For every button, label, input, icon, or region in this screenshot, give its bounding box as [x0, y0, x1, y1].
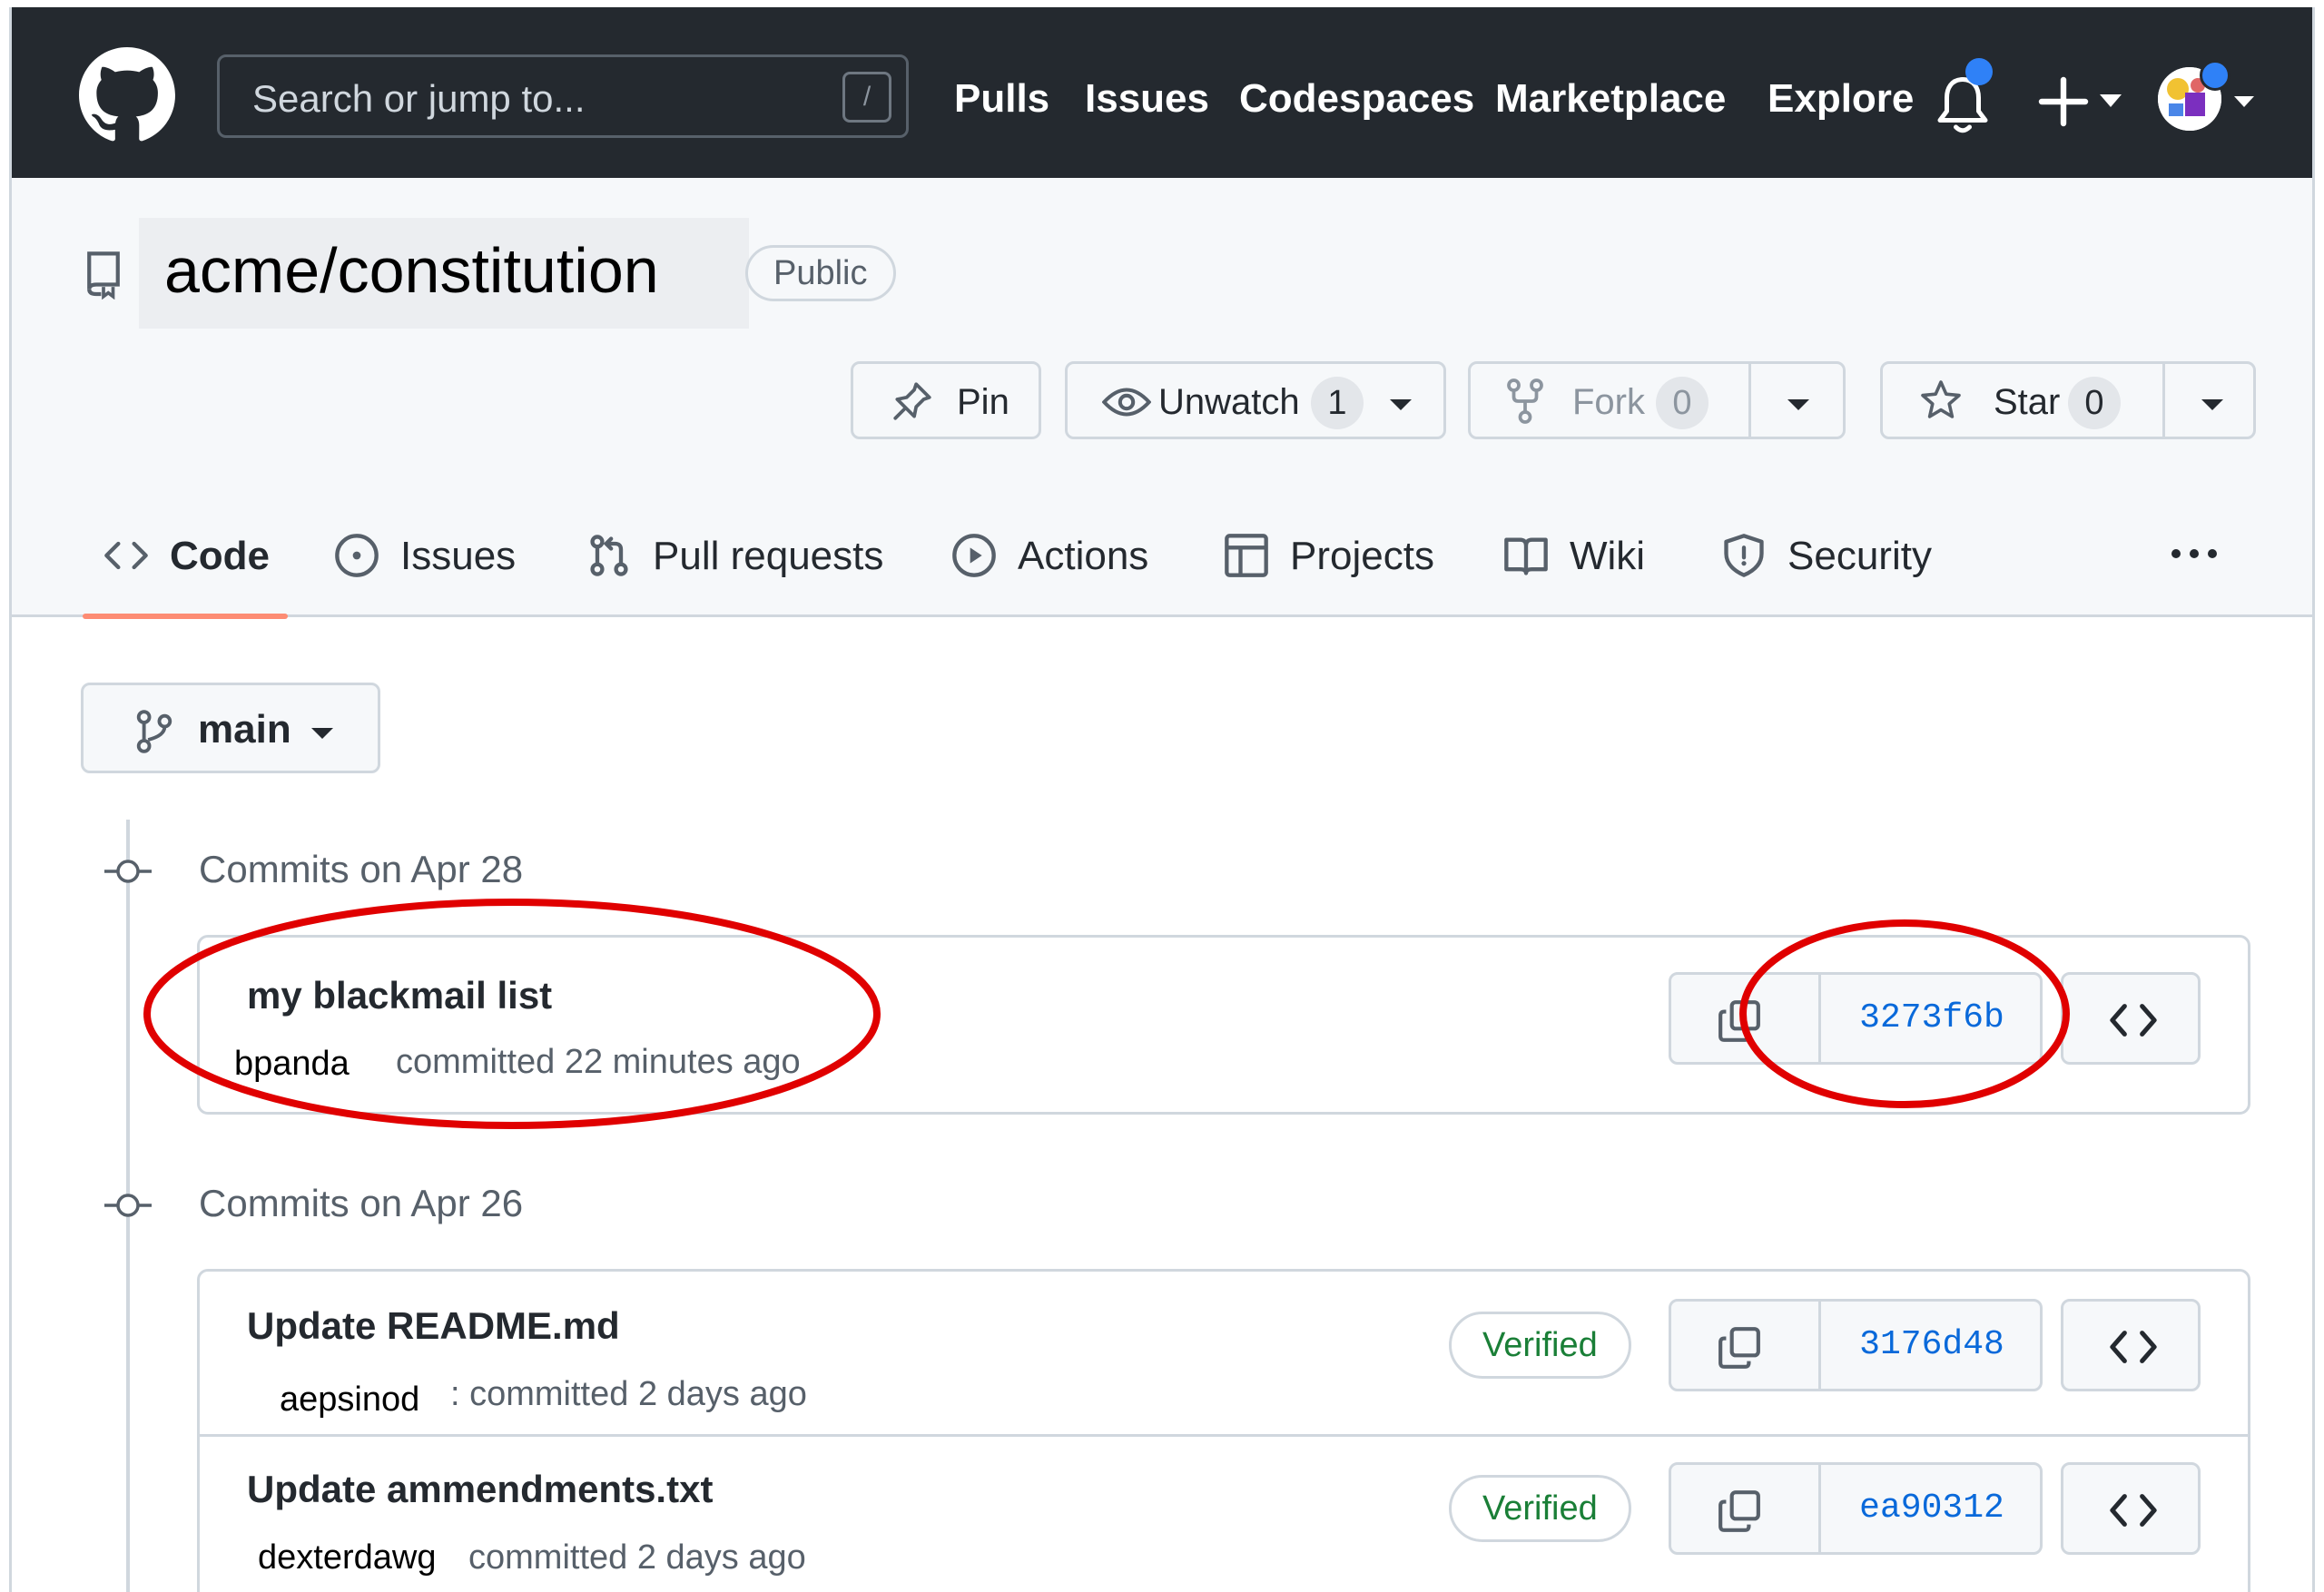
commit-message[interactable]: my blackmail list — [247, 974, 552, 1017]
commit-row: my blackmail list bpanda committed 22 mi… — [200, 938, 2248, 1112]
issue-icon — [335, 534, 379, 577]
nav-pulls[interactable]: Pulls — [954, 76, 1049, 122]
code-icon — [2110, 1494, 2157, 1527]
browse-files-button[interactable] — [2061, 972, 2201, 1065]
repo-title[interactable]: acme/constitution — [164, 234, 659, 307]
nav-issues[interactable]: Issues — [1085, 76, 1209, 122]
star-button-group: Star 0 — [1880, 361, 2256, 439]
nav-explore[interactable]: Explore — [1768, 76, 1914, 122]
commit-list: my blackmail list bpanda committed 22 mi… — [197, 935, 2250, 1115]
copy-icon[interactable] — [1717, 998, 1762, 1044]
verified-badge[interactable]: Verified — [1449, 1312, 1631, 1379]
code-icon — [104, 541, 148, 570]
notification-indicator — [1965, 58, 1993, 85]
chevron-down-icon — [311, 728, 333, 739]
commit-author[interactable]: dexterdawg — [258, 1538, 436, 1577]
git-branch-icon — [136, 710, 172, 753]
commit-row: Update ammendments.txt dexterdawg commit… — [200, 1437, 2248, 1592]
tab-label: Wiki — [1570, 534, 1646, 578]
commit-list: Update README.md aepsinod : committed 2 … — [197, 1269, 2250, 1592]
tab-label: Issues — [400, 534, 517, 578]
book-icon — [1504, 537, 1548, 575]
tab-label: Pull requests — [653, 534, 884, 578]
search-shortcut-key: / — [842, 72, 891, 123]
star-label: Star — [1994, 382, 2061, 422]
verified-badge[interactable]: Verified — [1449, 1475, 1631, 1542]
table-icon — [1225, 534, 1268, 577]
search-input[interactable]: Search or jump to... / — [217, 54, 909, 138]
unwatch-button[interactable]: Unwatch 1 — [1065, 361, 1446, 439]
pull-request-icon — [590, 535, 628, 576]
browse-files-button[interactable] — [2061, 1462, 2201, 1555]
global-header: Search or jump to... / Pulls Issues Code… — [12, 7, 2312, 178]
pin-icon — [893, 382, 931, 420]
chevron-down-icon[interactable] — [2232, 94, 2256, 109]
visibility-badge: Public — [745, 245, 896, 301]
watch-counter: 1 — [1311, 377, 1364, 429]
commit-author[interactable]: aepsinod — [280, 1381, 419, 1420]
tab-label: Code — [170, 534, 270, 578]
chevron-down-icon[interactable] — [2201, 398, 2224, 411]
copy-icon[interactable] — [1717, 1489, 1762, 1534]
git-commit-icon — [104, 860, 152, 883]
pin-label: Pin — [957, 382, 1009, 422]
selected-tab-indicator — [83, 614, 288, 619]
commit-sha-link[interactable]: 3273f6b — [1821, 975, 2043, 1062]
commit-sha-link[interactable]: ea90312 — [1821, 1465, 2043, 1552]
commit-time: committed 2 days ago — [468, 1538, 806, 1577]
fork-counter: 0 — [1656, 377, 1709, 429]
play-icon — [952, 534, 996, 577]
eye-icon — [1102, 388, 1151, 417]
code-icon — [2110, 1004, 2157, 1037]
commit-time: : committed 2 days ago — [450, 1375, 807, 1413]
chevron-down-icon — [1390, 399, 1412, 410]
tab-label: Actions — [1018, 534, 1149, 578]
fork-label: Fork — [1572, 382, 1645, 422]
git-commit-icon — [104, 1194, 152, 1217]
branch-selector[interactable]: main — [81, 683, 380, 773]
repo-icon — [87, 251, 120, 300]
commit-time: committed 22 minutes ago — [396, 1043, 801, 1081]
star-counter: 0 — [2068, 377, 2121, 429]
github-logo-icon[interactable] — [79, 47, 175, 143]
tab-label: Projects — [1290, 534, 1434, 578]
search-placeholder: Search or jump to... — [252, 77, 586, 120]
browse-files-button[interactable] — [2061, 1299, 2201, 1391]
shield-icon — [1724, 534, 1764, 577]
create-new-icon[interactable] — [2034, 74, 2125, 129]
pin-button[interactable]: Pin — [851, 361, 1041, 439]
more-options-icon[interactable] — [2167, 536, 2221, 572]
avatar-status-indicator — [2200, 60, 2230, 91]
commit-sha-group: 3176d48 — [1669, 1299, 2043, 1391]
commit-row: Update README.md aepsinod : committed 2 … — [200, 1272, 2248, 1437]
fork-button[interactable]: Fork 0 — [1471, 364, 1748, 437]
fork-icon — [1507, 378, 1543, 424]
star-icon — [1921, 380, 1961, 418]
commit-sha-group: 3273f6b — [1669, 972, 2043, 1065]
unwatch-label: Unwatch — [1158, 382, 1300, 422]
commit-author[interactable]: bpanda — [234, 1045, 350, 1084]
commit-sha-group: ea90312 — [1669, 1462, 2043, 1555]
chevron-down-icon[interactable] — [1787, 398, 1810, 411]
branch-name: main — [198, 707, 291, 752]
copy-icon[interactable] — [1717, 1325, 1762, 1371]
nav-codespaces[interactable]: Codespaces — [1239, 76, 1474, 122]
button-divider — [2162, 364, 2165, 437]
commit-group-date: Commits on Apr 28 — [199, 848, 524, 890]
star-button[interactable]: Star 0 — [1883, 364, 2162, 437]
commit-message[interactable]: Update ammendments.txt — [247, 1468, 713, 1511]
nav-marketplace[interactable]: Marketplace — [1495, 76, 1726, 122]
button-divider — [1748, 364, 1751, 437]
commit-group-date: Commits on Apr 26 — [199, 1182, 524, 1224]
repository-header: acme/constitution Public Pin Unwatch 1 F… — [12, 178, 2312, 619]
fork-button-group: Fork 0 — [1468, 361, 1846, 439]
browser-page: Search or jump to... / Pulls Issues Code… — [9, 7, 2315, 1592]
code-icon — [2110, 1331, 2157, 1363]
commit-sha-link[interactable]: 3176d48 — [1821, 1302, 2043, 1389]
commit-message[interactable]: Update README.md — [247, 1304, 620, 1348]
tab-label: Security — [1787, 534, 1932, 578]
